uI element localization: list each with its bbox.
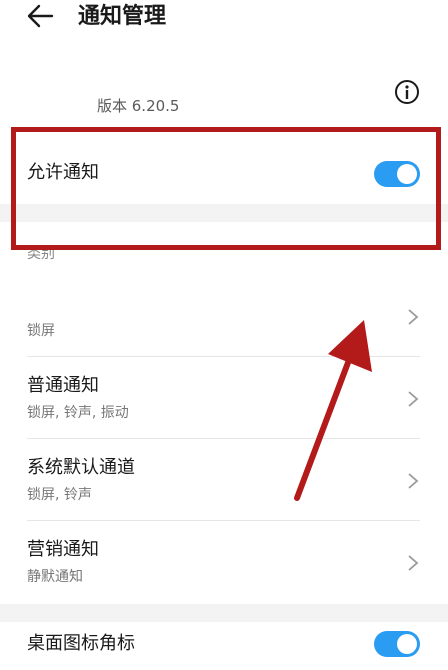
desktop-badge-toggle[interactable] [374,631,420,657]
divider [27,356,420,357]
list-item-sub: 锁屏, 铃声, 振动 [27,405,129,421]
desktop-badge-label: 桌面图标角标 [27,633,135,654]
list-item-system-default[interactable]: 系统默认通道 锁屏, 铃声 [0,452,448,514]
chevron-right-icon [408,473,419,489]
desktop-badge-row[interactable]: 桌面图标角标 [0,624,448,670]
chevron-right-icon [408,555,419,571]
divider [27,438,420,439]
list-item-sub: 静默通知 [27,569,83,585]
info-icon[interactable] [394,79,420,105]
divider [27,520,420,521]
list-item-sub: 锁屏, 铃声 [27,487,92,503]
list-item-lockscreen[interactable]: 锁屏 [0,292,448,354]
header: 通知管理 [0,0,448,40]
highlight-box [11,127,441,250]
list-item-sub: 锁屏 [27,323,55,339]
list-item-label: 系统默认通道 [27,457,135,478]
toggle-knob [397,634,417,654]
app-version: 版本 6.20.5 [97,97,180,115]
chevron-right-icon [408,391,419,407]
section-gap [0,604,448,622]
list-item-label: 普通通知 [27,375,99,396]
back-arrow-icon[interactable] [26,2,56,30]
list-item-normal-notification[interactable]: 普通通知 锁屏, 铃声, 振动 [0,370,448,432]
list-item-label: 营销通知 [27,539,99,560]
chevron-right-icon [408,309,419,325]
page-title: 通知管理 [78,4,167,29]
list-item-marketing[interactable]: 营销通知 静默通知 [0,534,448,596]
